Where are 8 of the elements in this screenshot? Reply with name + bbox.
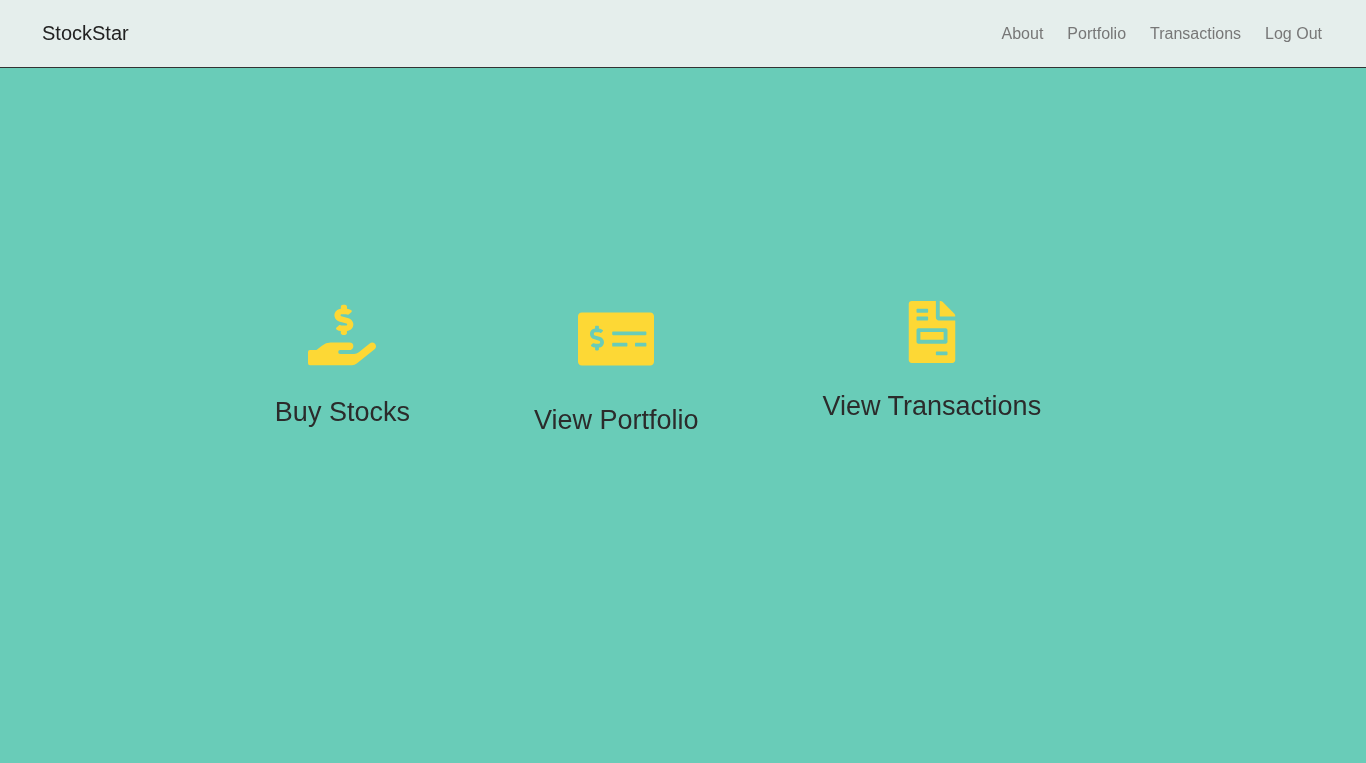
action-link[interactable]: View Transactions: [822, 391, 1042, 422]
nav-link[interactable]: About: [1001, 24, 1044, 43]
action-link[interactable]: Buy Stocks: [274, 397, 410, 428]
brand-link[interactable]: StockStar: [42, 22, 129, 45]
nav-link[interactable]: Portfolio: [1067, 24, 1127, 43]
nav-link[interactable]: Transactions: [1150, 24, 1242, 43]
nav-link[interactable]: Log Out: [1265, 24, 1322, 43]
action-link[interactable]: View Portfolio: [533, 405, 699, 436]
